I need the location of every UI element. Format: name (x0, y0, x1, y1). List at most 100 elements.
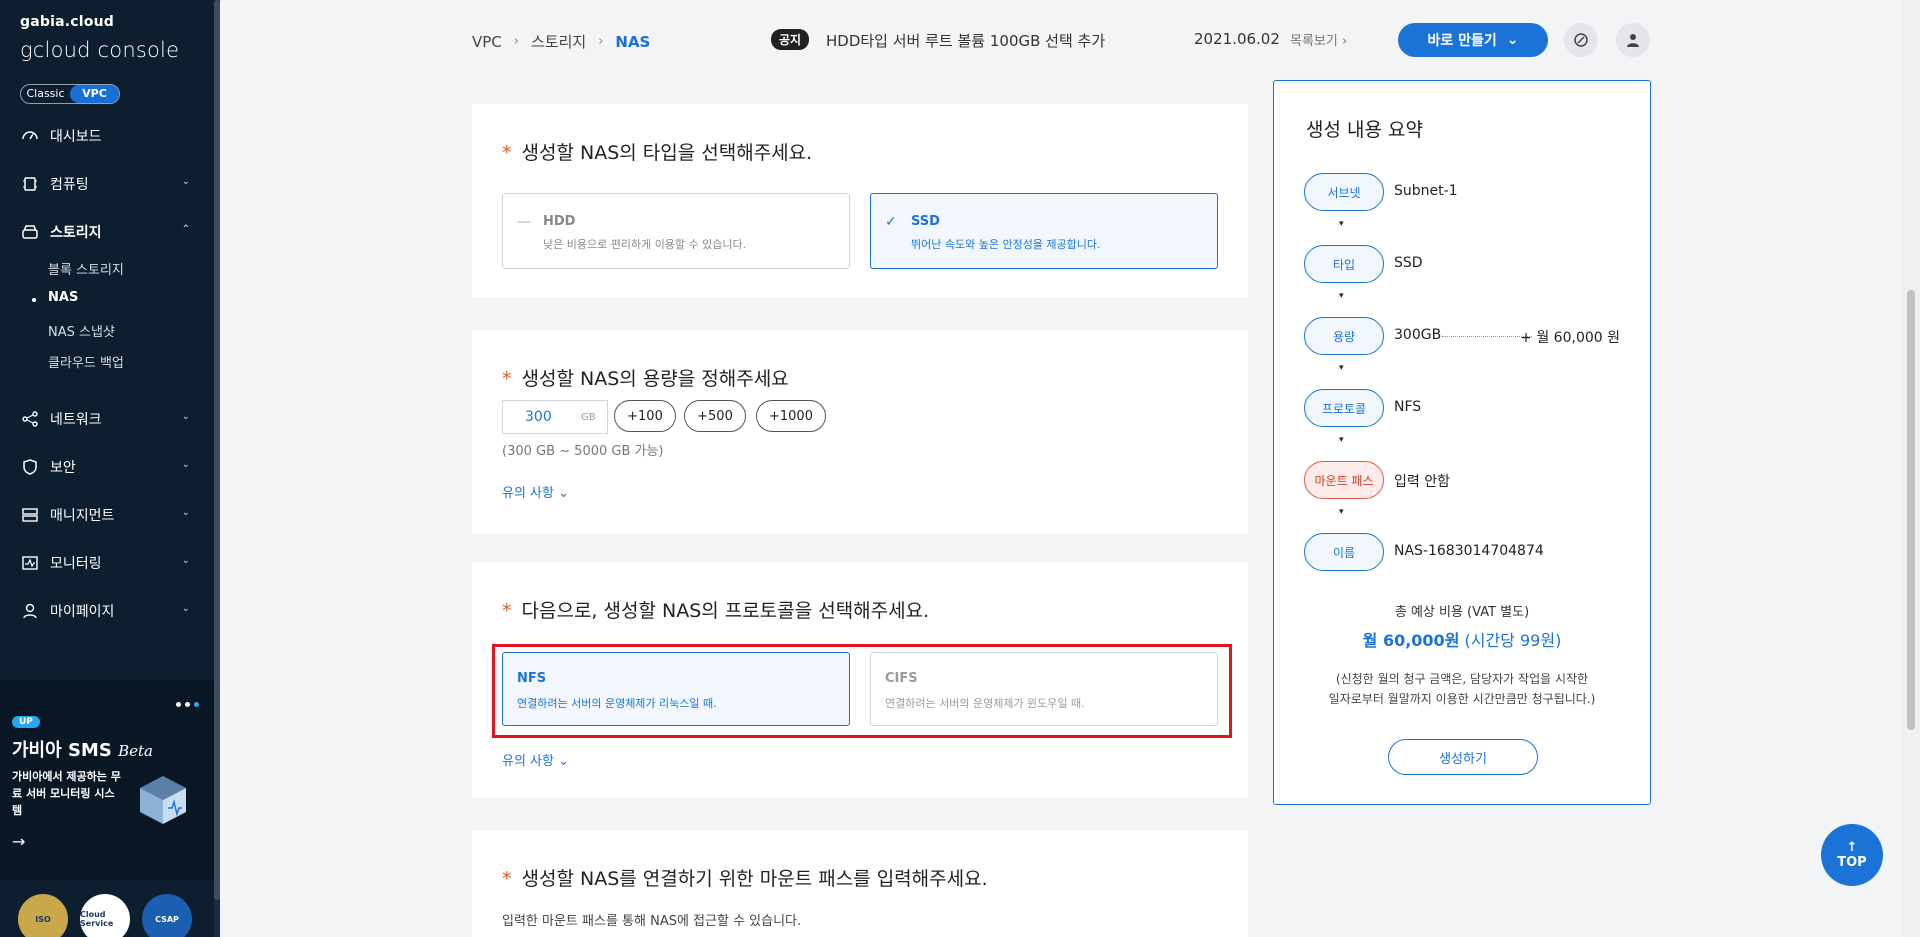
chevron-down-icon: ⌄ (181, 603, 190, 614)
type-option-ssd[interactable]: ✓ SSD 뛰어난 속도와 높은 안정성을 제공합니다. (870, 193, 1218, 269)
arrow-right-icon[interactable]: → (12, 832, 25, 851)
chevron-down-icon: ▾ (1339, 507, 1344, 517)
page-scrollbar[interactable] (1902, 0, 1920, 937)
chevron-down-icon: ⌄ (181, 507, 190, 518)
protocol-title: * 다음으로, 생성할 NAS의 프로토콜을 선택해주세요. (502, 600, 930, 622)
mode-vpc[interactable]: VPC (70, 85, 119, 103)
active-dot (32, 298, 36, 302)
mount-title: * 생성할 NAS를 연결하기 위한 마운트 패스를 입력해주세요. (502, 868, 988, 890)
summary-step-protocol: 프로토콜 (1304, 389, 1384, 427)
chevron-down-icon: ⌄ (1506, 32, 1519, 48)
mode-switch[interactable]: Classic VPC (20, 84, 120, 104)
sidebar-item-security[interactable]: 보안 ⌄ (0, 445, 214, 489)
sidebar-item-label: 매니지먼트 (50, 508, 115, 524)
sidebar: gabia.cloud gcloud console Classic VPC 대… (0, 0, 220, 937)
cert-badge: Cloud Service (80, 894, 130, 937)
sidebar-item-label: 모니터링 (50, 556, 102, 572)
sidebar-item-management[interactable]: 매니지먼트 ⌄ (0, 493, 214, 537)
capacity-card: * 생성할 NAS의 용량을 정해주세요 300 GB +100 +500 +10… (472, 330, 1248, 534)
summary-step-name: 이름 (1304, 533, 1384, 571)
breadcrumb: VPC › 스토리지 › NAS (472, 31, 650, 52)
sidebar-item-network[interactable]: 네트워크 ⌄ (0, 397, 214, 441)
type-title: * 생성할 NAS의 타입을 선택해주세요. (502, 142, 813, 164)
cert-badges: ISO Cloud Service CSAP (18, 894, 192, 937)
type-option-hdd[interactable]: — HDD 낮은 비용으로 편리하게 이용할 수 있습니다. (502, 193, 850, 269)
notice-date: 2021.06.02 (1194, 30, 1280, 48)
protocol-option-cifs[interactable]: CIFS 연결하려는 서버의 운영체제가 윈도우일 때. (870, 652, 1218, 726)
sidebar-item-dashboard[interactable]: 대시보드 (0, 114, 214, 158)
summary-step-capacity: 용량 (1304, 317, 1384, 355)
chevron-down-icon: ▾ (1339, 291, 1344, 301)
chevron-down-icon: ⌄ (181, 555, 190, 566)
summary-price-capacity: + 월 60,000 원 (1520, 330, 1620, 346)
summary-value-capacity: 300GB (1394, 327, 1442, 343)
sidebar-item-mypage[interactable]: 마이페이지 ⌄ (0, 589, 214, 633)
sidebar-item-label: 대시보드 (50, 129, 102, 145)
scroll-top-button[interactable]: ↑ TOP (1821, 824, 1883, 886)
gauge-icon (20, 126, 40, 146)
protocol-notes-link[interactable]: 유의 사항 ⌄ (502, 750, 569, 769)
chevron-down-icon: ▾ (1339, 363, 1344, 373)
arrow-up-icon: ↑ (1846, 840, 1858, 855)
capacity-add-100-button[interactable]: +100 (614, 400, 676, 432)
chevron-right-icon: › (513, 34, 519, 49)
chevron-up-icon: ⌃ (181, 224, 190, 235)
breadcrumb-vpc[interactable]: VPC (472, 33, 502, 51)
chevron-down-icon: ⌄ (181, 459, 190, 470)
user-icon (20, 601, 40, 621)
user-icon[interactable] (1616, 23, 1650, 57)
server-box-illustration (130, 766, 196, 832)
brand-logo-main[interactable]: gcloud console (20, 38, 179, 62)
summary-value-mount-path: 입력 안함 (1394, 474, 1450, 490)
capacity-input[interactable]: 300 GB (502, 400, 608, 434)
chat-icon[interactable] (1564, 23, 1598, 57)
sidebar-sub-block-storage[interactable]: 블록 스토리지 (48, 259, 124, 278)
monitor-icon (20, 553, 40, 573)
capacity-notes-link[interactable]: 유의 사항 ⌄ (502, 482, 569, 501)
capacity-title: * 생성할 NAS의 용량을 정해주세요 (502, 368, 789, 390)
sidebar-item-label: 스토리지 (50, 225, 102, 241)
dotted-leader (1442, 336, 1532, 337)
create-button[interactable]: 생성하기 (1388, 739, 1538, 775)
notice-more-link[interactable]: 목록보기 › (1290, 30, 1347, 49)
summary-title: 생성 내용 요약 (1306, 119, 1423, 141)
sidebar-item-label: 네트워크 (50, 412, 102, 428)
chevron-right-icon: › (598, 34, 604, 49)
check-icon: ✓ (885, 214, 897, 230)
cert-badge: ISO (18, 894, 68, 937)
sidebar-sub-nas-snapshot[interactable]: NAS 스냅샷 (48, 321, 115, 340)
capacity-add-1000-button[interactable]: +1000 (756, 400, 826, 432)
shield-icon (20, 457, 40, 477)
chevron-down-icon: ⌄ (558, 754, 570, 769)
notice-tag: 공지 (771, 29, 810, 50)
sidebar-item-label: 보안 (50, 460, 76, 476)
protocol-option-nfs[interactable]: NFS 연결하려는 서버의 운영체제가 리눅스일 때. (502, 652, 850, 726)
sidebar-sub-cloud-backup[interactable]: 클라우드 백업 (48, 352, 124, 371)
quick-create-button[interactable]: 바로 만들기 ⌄ (1398, 23, 1548, 57)
sidebar-item-storage[interactable]: 스토리지 ⌃ (0, 210, 214, 254)
breadcrumb-nas: NAS (615, 32, 651, 51)
notice-text[interactable]: HDD타입 서버 루트 볼륨 100GB 선택 추가 (826, 30, 1105, 51)
sidebar-item-label: 컴퓨팅 (50, 177, 89, 193)
sidebar-item-computing[interactable]: 컴퓨팅 ⌄ (0, 162, 214, 206)
promo-badge: UP (12, 716, 40, 728)
protocol-card: * 다음으로, 생성할 NAS의 프로토콜을 선택해주세요. NFS 연결하려는 … (472, 562, 1248, 798)
sidebar-scrollbar[interactable] (214, 0, 220, 937)
breadcrumb-storage[interactable]: 스토리지 (531, 31, 586, 52)
dash-icon: — (517, 214, 531, 230)
capacity-range: (300 GB ~ 5000 GB 가능) (502, 444, 664, 459)
type-card: * 생성할 NAS의 타입을 선택해주세요. — HDD 낮은 비용으로 편리하게… (472, 104, 1248, 298)
chevron-down-icon: ⌄ (558, 486, 570, 501)
total-cost-value: 월 60,000원 (시간당 99원) (1362, 631, 1562, 650)
mount-desc: 입력한 마운트 패스를 통해 NAS에 접근할 수 있습니다. (502, 914, 802, 929)
mode-classic[interactable]: Classic (21, 85, 70, 103)
summary-step-mount-path: 마운트 패스 (1304, 461, 1384, 499)
summary-value-protocol: NFS (1394, 399, 1422, 415)
summary-panel: 생성 내용 요약 서브넷 Subnet-1 ▾ 타입 SSD ▾ 용량 300G… (1273, 80, 1651, 805)
chevron-down-icon: ⌄ (181, 176, 190, 187)
sidebar-sub-nas[interactable]: NAS (48, 290, 78, 305)
capacity-add-500-button[interactable]: +500 (684, 400, 746, 432)
sidebar-item-monitoring[interactable]: 모니터링 ⌄ (0, 541, 214, 585)
chevron-down-icon: ▾ (1339, 219, 1344, 229)
carousel-dots[interactable] (176, 702, 199, 707)
